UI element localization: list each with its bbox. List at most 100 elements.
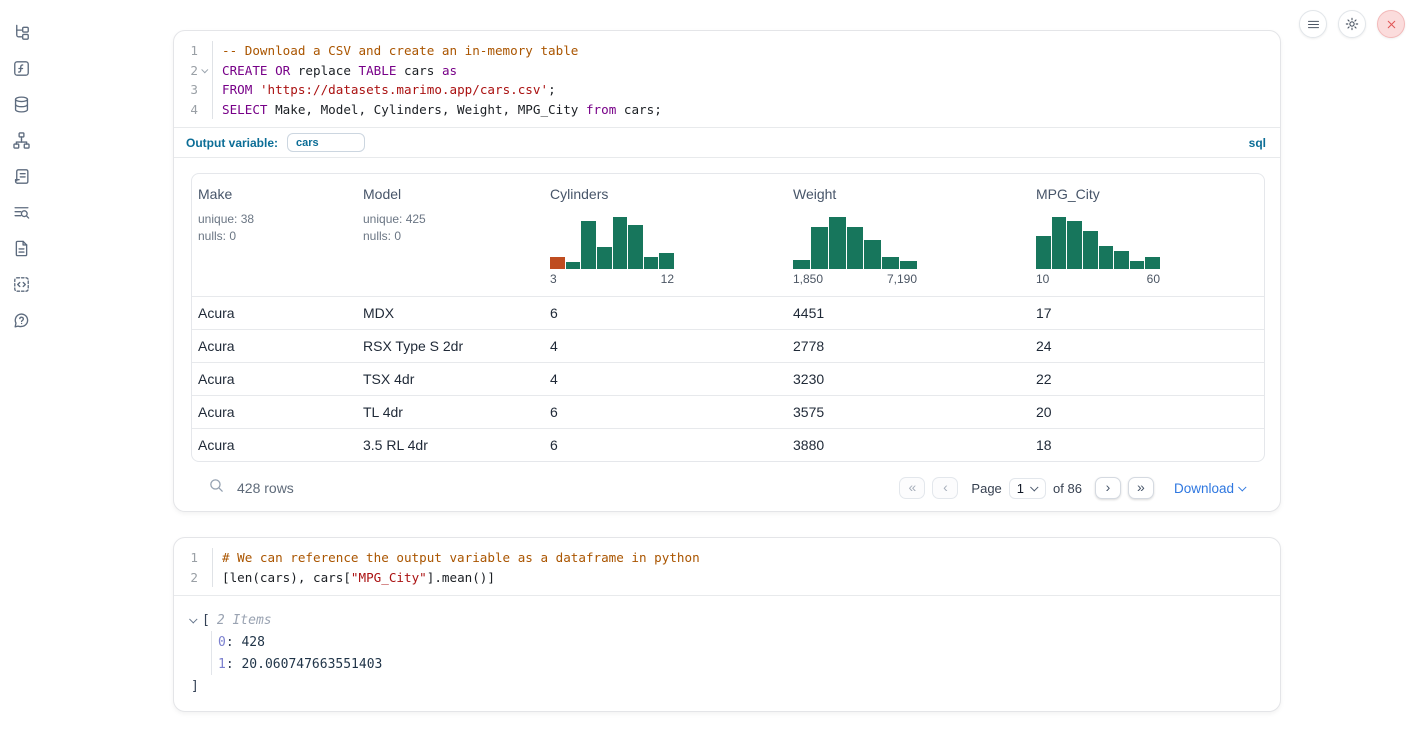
- histogram-bar: [811, 227, 828, 269]
- pagination: « ‹ Page 1 of 86 › » Download: [899, 477, 1246, 499]
- histogram-bar: [864, 240, 881, 269]
- tree-entry-colon: :: [226, 635, 242, 650]
- code-token: ].mean()]: [427, 570, 495, 585]
- data-table: Make unique: 38 nulls: 0 Model unique: 4…: [191, 173, 1265, 462]
- output-variable-input[interactable]: cars: [287, 133, 365, 152]
- code-token: -- Download a CSV and create an in-memor…: [222, 43, 578, 58]
- code-text[interactable]: FROM 'https://datasets.marimo.app/cars.c…: [212, 80, 1280, 100]
- code-line: 1 -- Download a CSV and create an in-memo…: [178, 41, 1280, 61]
- histogram-bar: [566, 262, 581, 269]
- database-icon[interactable]: [11, 94, 31, 114]
- line-number: 1: [178, 41, 198, 61]
- snippets-icon[interactable]: [11, 274, 31, 294]
- collapse-chevron-icon[interactable]: [189, 615, 197, 623]
- line-number: 2: [178, 568, 198, 588]
- column-header-mpg-city[interactable]: MPG_City 1060: [1030, 174, 1264, 296]
- fold-chevron-icon[interactable]: [201, 66, 208, 73]
- table-cell: TL 4dr: [357, 395, 544, 428]
- axis-label: 1,850: [793, 272, 823, 286]
- sql-cell: 1 -- Download a CSV and create an in-memo…: [173, 30, 1281, 512]
- scratchpad-icon[interactable]: [11, 166, 31, 186]
- gutter-fold: [198, 80, 212, 100]
- table-row[interactable]: AcuraTL 4dr6357520: [192, 395, 1264, 428]
- code-text[interactable]: -- Download a CSV and create an in-memor…: [212, 41, 1280, 61]
- code-token: ;: [548, 82, 556, 97]
- table-row[interactable]: AcuraRSX Type S 2dr4277824: [192, 329, 1264, 362]
- tree-entry-key: 0: [218, 635, 226, 650]
- table-cell: 4: [544, 362, 787, 395]
- line-number: 1: [178, 548, 198, 568]
- prev-page-button[interactable]: ‹: [932, 477, 958, 499]
- logs-search-icon[interactable]: [11, 202, 31, 222]
- histogram-bar: [1114, 251, 1129, 269]
- gutter-fold: [198, 61, 212, 81]
- table-cell: Acura: [192, 362, 357, 395]
- gutter-fold: [198, 568, 212, 588]
- histogram-bar: [1099, 246, 1114, 269]
- histogram-bar: [1036, 236, 1051, 269]
- axis-label: 12: [661, 272, 674, 286]
- next-page-button[interactable]: ›: [1095, 477, 1121, 499]
- table-row[interactable]: AcuraTSX 4dr4323022: [192, 362, 1264, 395]
- column-header-make[interactable]: Make unique: 38 nulls: 0: [192, 174, 357, 296]
- histogram-bar: [847, 227, 864, 269]
- tree-entry-value: 20.060747663551403: [241, 657, 382, 672]
- code-line: 4 SELECT Make, Model, Cylinders, Weight, …: [178, 100, 1280, 120]
- code-text[interactable]: SELECT Make, Model, Cylinders, Weight, M…: [212, 100, 1280, 120]
- shutdown-button[interactable]: [1377, 10, 1405, 38]
- topbar: [1299, 10, 1405, 38]
- code-token: SELECT: [222, 102, 268, 117]
- table-cell: 3230: [787, 362, 1030, 395]
- dependency-graph-icon[interactable]: [11, 130, 31, 150]
- table-cell: 2778: [787, 329, 1030, 362]
- line-number: 4: [178, 100, 198, 120]
- line-number: 2: [178, 61, 198, 81]
- chevron-down-icon: [1238, 483, 1246, 491]
- code-line: 2 [len(cars), cars["MPG_City"].mean()]: [178, 568, 1280, 588]
- column-header-weight[interactable]: Weight 1,8507,190: [787, 174, 1030, 296]
- table-row[interactable]: AcuraMDX6445117: [192, 296, 1264, 329]
- cylinders-histogram: 3 12: [550, 217, 674, 286]
- histogram-bar: [1145, 257, 1160, 269]
- code-line: 2 CREATE OR replace TABLE cars as: [178, 61, 1280, 81]
- help-icon[interactable]: [11, 310, 31, 330]
- sidebar: [0, 0, 42, 330]
- page-select[interactable]: 1: [1009, 478, 1046, 499]
- gear-icon: [1344, 16, 1360, 32]
- code-token: "MPG_City": [351, 570, 427, 585]
- code-text[interactable]: # We can reference the output variable a…: [212, 548, 1280, 568]
- code-text[interactable]: CREATE OR replace TABLE cars as: [212, 61, 1280, 81]
- menu-button[interactable]: [1299, 10, 1327, 38]
- axis-label: 3: [550, 272, 557, 286]
- code-line: 1 # We can reference the output variable …: [178, 548, 1280, 568]
- table-cell: Acura: [192, 329, 357, 362]
- table-cell: 6: [544, 395, 787, 428]
- close-icon: [1385, 18, 1398, 31]
- code-token: # We can reference the output variable a…: [222, 550, 700, 565]
- tree-entry: 0: 428: [218, 631, 1263, 653]
- download-button[interactable]: Download: [1174, 481, 1246, 496]
- column-header-model[interactable]: Model unique: 425 nulls: 0: [357, 174, 544, 296]
- axis-label: 60: [1147, 272, 1160, 286]
- function-panel-icon[interactable]: [11, 58, 31, 78]
- table-row[interactable]: Acura3.5 RL 4dr6388018: [192, 428, 1264, 461]
- last-page-button[interactable]: »: [1128, 477, 1154, 499]
- code-token: replace: [290, 63, 358, 78]
- tree-entry-key: 1: [218, 657, 226, 672]
- sql-code-editor[interactable]: 1 -- Download a CSV and create an in-memo…: [174, 31, 1280, 127]
- histogram-bar: [1067, 221, 1082, 269]
- code-token: [len(cars), cars[: [222, 570, 351, 585]
- sql-cell-output: Make unique: 38 nulls: 0 Model unique: 4…: [174, 158, 1280, 502]
- file-explorer-icon[interactable]: [11, 22, 31, 42]
- python-code-editor[interactable]: 1 # We can reference the output variable …: [174, 538, 1280, 595]
- first-page-button[interactable]: «: [899, 477, 925, 499]
- column-header-cylinders[interactable]: Cylinders 312: [544, 174, 787, 296]
- search-icon[interactable]: [208, 477, 225, 499]
- documentation-icon[interactable]: [11, 238, 31, 258]
- code-token: [252, 82, 260, 97]
- chevron-down-icon: [1030, 483, 1038, 491]
- output-variable-row: Output variable: cars sql: [174, 128, 1280, 157]
- code-text[interactable]: [len(cars), cars["MPG_City"].mean()]: [212, 568, 1280, 588]
- settings-button[interactable]: [1338, 10, 1366, 38]
- code-line: 3FROM 'https://datasets.marimo.app/cars.…: [178, 80, 1280, 100]
